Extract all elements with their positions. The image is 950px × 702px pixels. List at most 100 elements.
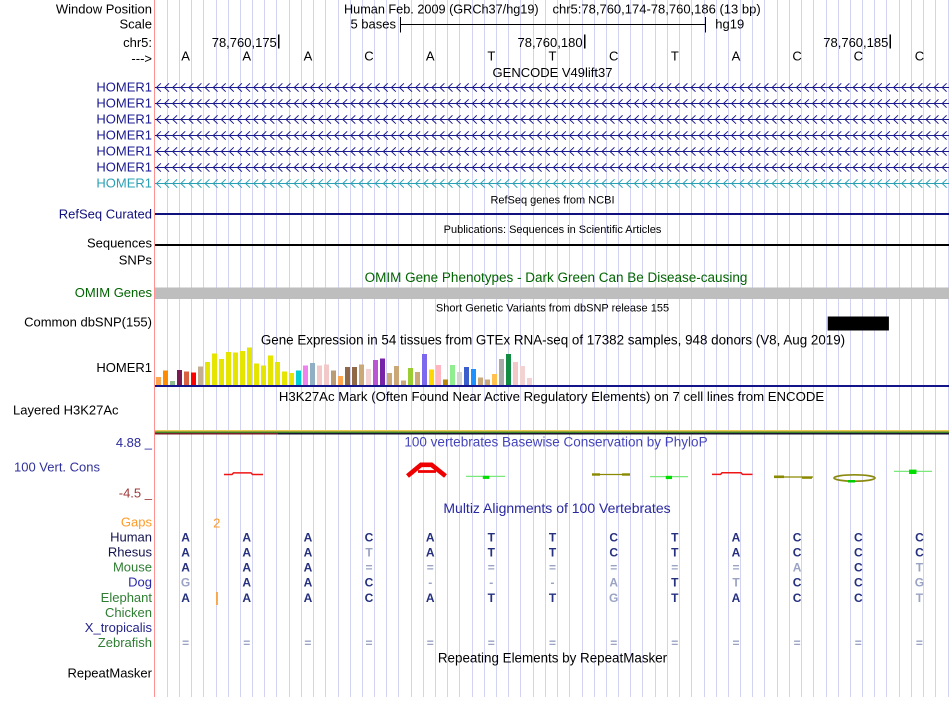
svg-text:A: A bbox=[181, 530, 190, 544]
svg-text:C: C bbox=[854, 591, 863, 605]
svg-text:C: C bbox=[793, 591, 802, 605]
svg-text:C: C bbox=[609, 530, 618, 544]
svg-text:A: A bbox=[426, 546, 435, 560]
svg-text:Elephant: Elephant bbox=[101, 590, 153, 605]
svg-text:C: C bbox=[365, 576, 374, 590]
svg-text:=: = bbox=[365, 561, 372, 575]
svg-text:=: = bbox=[549, 561, 556, 575]
svg-text:5 bases: 5 bases bbox=[350, 16, 396, 31]
svg-text:T: T bbox=[671, 546, 679, 560]
svg-text:T: T bbox=[549, 591, 557, 605]
svg-text:C: C bbox=[854, 530, 863, 544]
svg-text:T: T bbox=[488, 546, 496, 560]
svg-text:=: = bbox=[304, 636, 311, 650]
svg-text:=: = bbox=[488, 636, 495, 650]
svg-text:-: - bbox=[428, 576, 432, 590]
svg-text:=: = bbox=[427, 636, 434, 650]
svg-text:A: A bbox=[732, 530, 741, 544]
svg-text:C: C bbox=[793, 576, 802, 590]
svg-text:=: = bbox=[855, 636, 862, 650]
svg-text:T: T bbox=[916, 591, 924, 605]
svg-text:=: = bbox=[671, 636, 678, 650]
svg-text:T: T bbox=[365, 546, 373, 560]
svg-text:T: T bbox=[732, 576, 740, 590]
svg-text:=: = bbox=[610, 636, 617, 650]
svg-text:RepeatMasker: RepeatMasker bbox=[67, 666, 152, 681]
svg-text:T: T bbox=[487, 49, 495, 64]
svg-text:A: A bbox=[793, 561, 802, 575]
svg-text:Layered H3K27Ac: Layered H3K27Ac bbox=[13, 402, 119, 417]
svg-text:Sequences: Sequences bbox=[87, 236, 153, 251]
svg-text:Short Genetic Variants from db: Short Genetic Variants from dbSNP releas… bbox=[436, 303, 669, 315]
svg-text:A: A bbox=[242, 576, 251, 590]
svg-text:HOMER1: HOMER1 bbox=[96, 176, 152, 191]
svg-text:Common dbSNP(155): Common dbSNP(155) bbox=[24, 315, 152, 330]
svg-text:Multiz Alignments of 100 Verte: Multiz Alignments of 100 Vertebrates bbox=[443, 500, 670, 516]
svg-text:=: = bbox=[610, 561, 617, 575]
svg-text:T: T bbox=[549, 530, 557, 544]
svg-text:Publications: Sequences in Sci: Publications: Sequences in Scientific Ar… bbox=[444, 224, 662, 236]
svg-text:A: A bbox=[304, 49, 313, 64]
svg-text:C: C bbox=[365, 530, 374, 544]
svg-text:C: C bbox=[609, 546, 618, 560]
svg-text:C: C bbox=[854, 576, 863, 590]
svg-text:C: C bbox=[854, 546, 863, 560]
svg-text:C: C bbox=[364, 49, 373, 64]
svg-text:A: A bbox=[426, 530, 435, 544]
svg-text:C: C bbox=[915, 530, 924, 544]
svg-text:hg19: hg19 bbox=[715, 16, 744, 31]
svg-text:A: A bbox=[732, 546, 741, 560]
svg-text:T: T bbox=[549, 546, 557, 560]
svg-text:T: T bbox=[671, 576, 679, 590]
svg-text:Human Feb. 2009 (GRCh37/hg19): Human Feb. 2009 (GRCh37/hg19) bbox=[344, 3, 539, 17]
svg-text:T: T bbox=[671, 49, 679, 64]
svg-text:A: A bbox=[732, 591, 741, 605]
svg-text:A: A bbox=[242, 546, 251, 560]
svg-text:=: = bbox=[732, 561, 739, 575]
svg-text:A: A bbox=[426, 591, 435, 605]
svg-text:A: A bbox=[304, 576, 313, 590]
svg-text:Window Position: Window Position bbox=[56, 2, 152, 17]
svg-text:A: A bbox=[304, 591, 313, 605]
svg-text:=: = bbox=[671, 561, 678, 575]
svg-text:HOMER1: HOMER1 bbox=[96, 96, 152, 111]
svg-text:Repeating Elements by RepeatMa: Repeating Elements by RepeatMasker bbox=[438, 651, 668, 666]
svg-text:A: A bbox=[181, 546, 190, 560]
svg-text:=: = bbox=[794, 636, 801, 650]
svg-text:A: A bbox=[732, 49, 741, 64]
svg-text:Human: Human bbox=[110, 529, 152, 544]
svg-text:=: = bbox=[732, 636, 739, 650]
svg-text:100 vertebrates Basewise Conse: 100 vertebrates Basewise Conservation by… bbox=[404, 435, 707, 450]
svg-text:=: = bbox=[916, 636, 923, 650]
svg-text:HOMER1: HOMER1 bbox=[96, 160, 152, 175]
svg-text:C: C bbox=[793, 530, 802, 544]
svg-text:4.88 _: 4.88 _ bbox=[116, 435, 153, 450]
svg-text:Scale: Scale bbox=[119, 16, 152, 31]
svg-text:=: = bbox=[549, 636, 556, 650]
svg-text:A: A bbox=[242, 49, 251, 64]
svg-text:A: A bbox=[181, 49, 190, 64]
svg-text:A: A bbox=[304, 546, 313, 560]
svg-text:chr5:: chr5: bbox=[123, 35, 152, 50]
svg-text:A: A bbox=[181, 591, 190, 605]
svg-text:=: = bbox=[488, 561, 495, 575]
svg-text:G: G bbox=[181, 576, 190, 590]
svg-text:T: T bbox=[488, 530, 496, 544]
svg-text:C: C bbox=[854, 561, 863, 575]
svg-text:C: C bbox=[793, 546, 802, 560]
svg-text:RefSeq Curated: RefSeq Curated bbox=[59, 207, 152, 222]
svg-text:Zebrafish: Zebrafish bbox=[98, 635, 152, 650]
svg-text:Gaps: Gaps bbox=[121, 514, 153, 529]
svg-text:H3K27Ac Mark (Often Found Near: H3K27Ac Mark (Often Found Near Active Re… bbox=[279, 389, 825, 404]
svg-text:-: - bbox=[551, 576, 555, 590]
svg-text:RefSeq genes from NCBI: RefSeq genes from NCBI bbox=[490, 195, 614, 207]
svg-text:T: T bbox=[488, 591, 496, 605]
svg-text:Chicken: Chicken bbox=[105, 605, 152, 620]
svg-text:OMIM Genes: OMIM Genes bbox=[75, 285, 153, 300]
svg-text:-4.5 _: -4.5 _ bbox=[119, 485, 153, 500]
svg-text:C: C bbox=[365, 591, 374, 605]
svg-text:Dog: Dog bbox=[128, 575, 152, 590]
svg-text:-: - bbox=[489, 576, 493, 590]
svg-text:=: = bbox=[427, 561, 434, 575]
svg-text:G: G bbox=[915, 576, 924, 590]
